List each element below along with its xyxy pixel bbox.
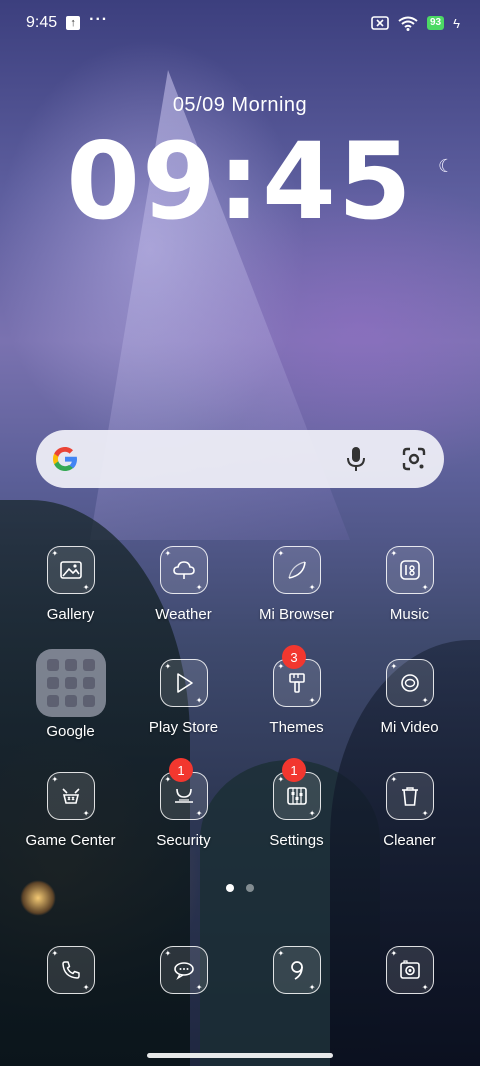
dock-browser[interactable]: ✦ ✦ (240, 944, 353, 996)
browser-app-icon: ✦ ✦ (272, 946, 321, 994)
status-time: 9:45 (26, 14, 58, 31)
upload-icon: ↑ (66, 16, 81, 30)
notification-badge: 1 (282, 758, 306, 782)
microphone-icon (347, 447, 365, 471)
no-sim-icon (371, 16, 389, 30)
battery-level: 93 (426, 16, 445, 30)
settings-icon (286, 787, 307, 805)
clock-widget[interactable]: 09:45 (0, 120, 480, 243)
app-mi-video[interactable]: ✦ ✦ Mi Video (353, 653, 466, 752)
app-security[interactable]: ✦ ✦ 1 Security (127, 758, 240, 865)
notification-badge: 3 (282, 645, 306, 669)
cloud-icon (172, 561, 195, 579)
app-label: Mi Browser (258, 606, 334, 623)
camera-app-icon-box: ✦ ✦ (385, 946, 434, 994)
home-gesture-bar[interactable] (147, 1053, 333, 1058)
app-label: Settings (269, 832, 324, 849)
phone-icon (61, 961, 80, 979)
google-logo-icon (53, 447, 77, 471)
dock-messaging[interactable]: ✦ ✦ (127, 944, 240, 996)
weather-app-icon: ✦ ✦ (159, 546, 208, 594)
home-app-grid: ✦ ✦ Gallery ✦ ✦ Weather ✦ ✦ Mi Browser ✦… (14, 540, 466, 865)
mi-video-app-icon: ✦ ✦ (385, 659, 434, 707)
app-mi-browser[interactable]: ✦ ✦ Mi Browser (240, 540, 353, 639)
app-themes[interactable]: ✦ ✦ 3 Themes (240, 645, 353, 752)
page-indicator (0, 884, 480, 892)
app-label: Weather (155, 606, 212, 623)
security-icon (174, 788, 193, 803)
notification-badge: 1 (169, 758, 193, 782)
dock-camera[interactable]: ✦ ✦ (353, 944, 466, 996)
messaging-app-icon: ✦ ✦ (159, 946, 208, 994)
browser-icon (287, 561, 306, 579)
app-settings[interactable]: ✦ ✦ 1 Settings (240, 758, 353, 865)
date-line[interactable]: 05/09 Morning (0, 94, 480, 117)
voice-search-button[interactable] (342, 445, 370, 473)
app-weather[interactable]: ✦ ✦ Weather (127, 540, 240, 639)
app-label: Cleaner (383, 832, 436, 849)
app-game-center[interactable]: ✦ ✦ Game Center (14, 766, 127, 865)
music-app-icon: ✦ ✦ (385, 546, 434, 594)
app-label: Themes (269, 719, 324, 736)
app-label: Music (389, 606, 430, 623)
app-label: Security (156, 832, 211, 849)
status-bar: 9:45 ↑ ··· 93 ϟ (0, 0, 480, 46)
wifi-icon (398, 16, 418, 31)
image-icon (59, 561, 82, 579)
gallery-app-icon: ✦ ✦ (46, 546, 95, 594)
photo-camera-icon (399, 960, 420, 979)
app-label: Game Center (25, 832, 116, 849)
music-icon (399, 560, 420, 580)
app-label: Mi Video (380, 719, 439, 736)
play-store-app-icon: ✦ ✦ (159, 659, 208, 707)
message-icon (173, 962, 194, 980)
app-label: Gallery (46, 606, 95, 623)
play-icon (176, 673, 193, 693)
brush-icon (288, 673, 305, 693)
google-lens-icon (402, 447, 426, 471)
app-gallery[interactable]: ✦ ✦ Gallery (14, 540, 127, 639)
google-search-bar[interactable] (36, 430, 444, 488)
app-play-store[interactable]: ✦ ✦ Play Store (127, 653, 240, 752)
charging-icon: ϟ (453, 15, 460, 31)
phone-app-icon: ✦ ✦ (46, 946, 95, 994)
mi-browser-app-icon: ✦ ✦ (272, 546, 321, 594)
more-notifications-icon: ··· (89, 11, 109, 28)
lens-search-button[interactable] (400, 445, 428, 473)
video-icon (400, 674, 419, 692)
page-dot-2[interactable] (246, 884, 254, 892)
app-cleaner[interactable]: ✦ ✦ Cleaner (353, 766, 466, 865)
page-dot-1[interactable] (226, 884, 234, 892)
app-label: Google (46, 723, 95, 740)
game-center-app-icon: ✦ ✦ (46, 772, 95, 820)
dock: ✦ ✦ ✦ ✦ ✦ ✦ ✦ ✦ (14, 944, 466, 996)
folder-google[interactable]: Google (14, 649, 127, 752)
trash-icon (401, 787, 418, 806)
dock-phone[interactable]: ✦ ✦ (14, 944, 127, 996)
folder-icon (35, 649, 106, 717)
app-music[interactable]: ✦ ✦ Music (353, 540, 466, 639)
app-label: Play Store (148, 719, 219, 736)
game-icon (61, 788, 80, 804)
camera-app-icon (290, 961, 303, 980)
cleaner-app-icon: ✦ ✦ (385, 772, 434, 820)
